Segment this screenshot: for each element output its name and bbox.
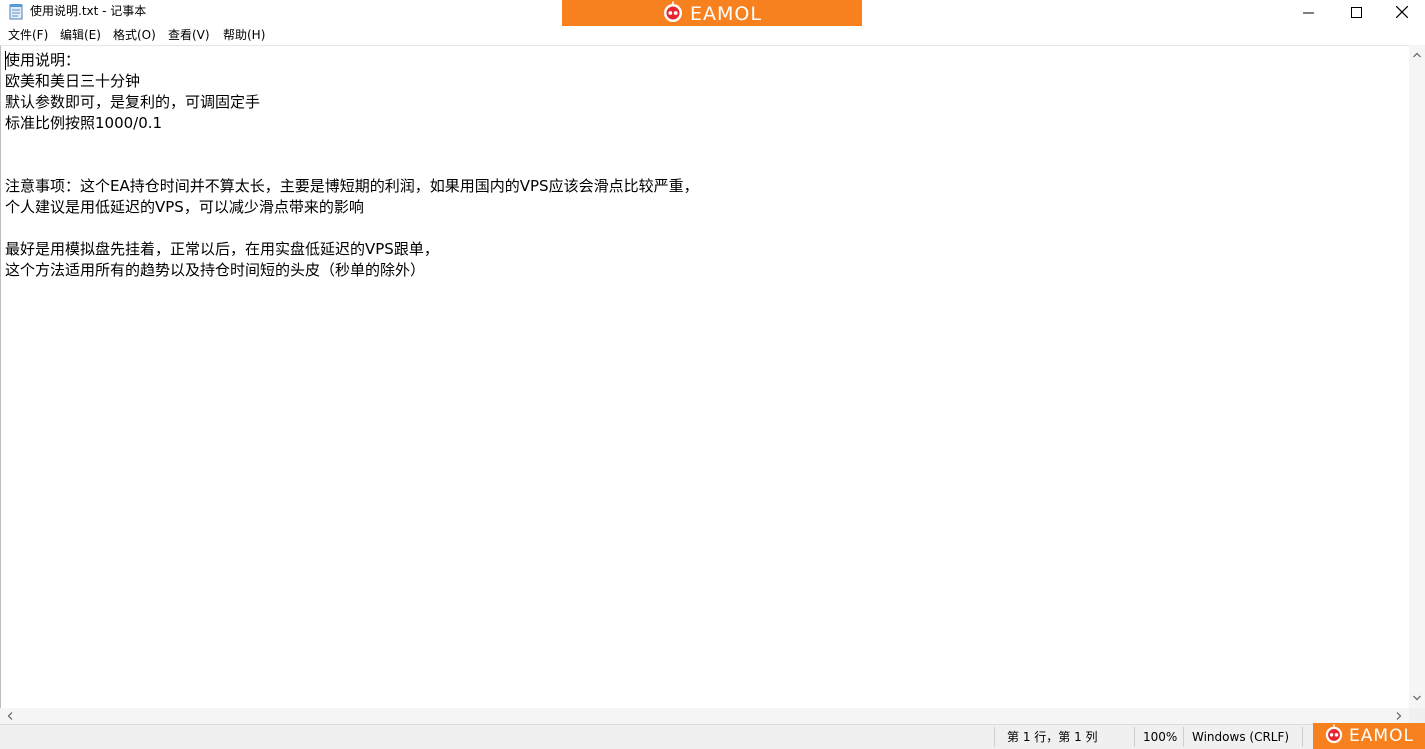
close-button[interactable] bbox=[1379, 0, 1425, 24]
zoom-level: 100% bbox=[1143, 730, 1178, 744]
notepad-icon bbox=[9, 3, 23, 20]
maximize-button[interactable] bbox=[1333, 0, 1379, 24]
robot-logo-icon bbox=[662, 1, 684, 27]
status-divider bbox=[1302, 727, 1303, 747]
scroll-up-icon[interactable] bbox=[1409, 47, 1425, 63]
document-text[interactable]: 使用说明： 欧美和美日三十分钟默认参数即可，是复利的，可调固定手 标准比例按照100… bbox=[5, 50, 699, 281]
document-line: ​ bbox=[5, 218, 699, 239]
scrollbar-corner bbox=[1409, 708, 1425, 724]
menu-format[interactable]: 格式(O) bbox=[113, 28, 156, 43]
eamol-banner: EAMOL bbox=[562, 0, 862, 28]
status-bar: 第 1 行，第 1 列 100% Windows (CRLF) bbox=[0, 724, 1425, 749]
minimize-button[interactable] bbox=[1285, 0, 1331, 24]
document-line: ​ bbox=[5, 134, 699, 155]
document-line: 欧美和美日三十分钟 bbox=[5, 72, 141, 90]
document-line: ​ bbox=[5, 155, 699, 176]
document-line: 使用说明： bbox=[5, 51, 81, 69]
document-line: 注意事项：这个EA持仓时间并不算太长，主要是博短期的利润，如果用国内的VPS应该… bbox=[5, 177, 699, 195]
menu-help[interactable]: 帮助(H) bbox=[223, 28, 265, 43]
document-line: 标准比例按照1000/0.1 bbox=[5, 114, 163, 132]
scroll-down-icon[interactable] bbox=[1409, 690, 1425, 706]
window-title: 使用说明.txt - 记事本 bbox=[30, 4, 147, 18]
close-icon bbox=[1395, 3, 1409, 22]
scroll-right-icon[interactable] bbox=[1391, 708, 1407, 724]
maximize-icon bbox=[1350, 3, 1362, 22]
status-divider bbox=[1134, 727, 1135, 747]
scroll-left-icon[interactable] bbox=[2, 708, 18, 724]
menu-bar: 文件(F) 编辑(E) 格式(O) 查看(V) 帮助(H) bbox=[0, 26, 1425, 45]
eamol-badge: EAMOL bbox=[1313, 723, 1425, 749]
horizontal-scrollbar[interactable] bbox=[0, 708, 1409, 724]
menu-view[interactable]: 查看(V) bbox=[168, 28, 210, 43]
badge-logo-text: EAMOL bbox=[1349, 726, 1414, 746]
document-line: 个人建议是用低延迟的VPS，可以减少滑点带来的影响 bbox=[5, 198, 364, 216]
cursor-position: 第 1 行，第 1 列 bbox=[1007, 730, 1098, 744]
robot-logo-icon bbox=[1324, 724, 1344, 748]
minimize-icon bbox=[1302, 3, 1314, 22]
status-divider bbox=[994, 727, 995, 747]
banner-logo-text: EAMOL bbox=[690, 3, 762, 25]
document-line: 默认参数即可，是复利的，可调固定手 bbox=[5, 93, 261, 111]
line-ending: Windows (CRLF) bbox=[1192, 730, 1290, 744]
text-editor[interactable]: 使用说明： 欧美和美日三十分钟默认参数即可，是复利的，可调固定手 标准比例按照100… bbox=[0, 45, 1409, 708]
document-line: 最好是用模拟盘先挂着，正常以后，在用实盘低延迟的VPS跟单， bbox=[5, 240, 439, 258]
status-divider bbox=[1183, 727, 1184, 747]
menu-file[interactable]: 文件(F) bbox=[8, 28, 48, 43]
menu-edit[interactable]: 编辑(E) bbox=[60, 28, 101, 43]
text-caret bbox=[5, 51, 6, 70]
vertical-scrollbar[interactable] bbox=[1409, 45, 1425, 708]
document-line: 这个方法适用所有的趋势以及持仓时间短的头皮（秒单的除外） bbox=[5, 261, 426, 279]
